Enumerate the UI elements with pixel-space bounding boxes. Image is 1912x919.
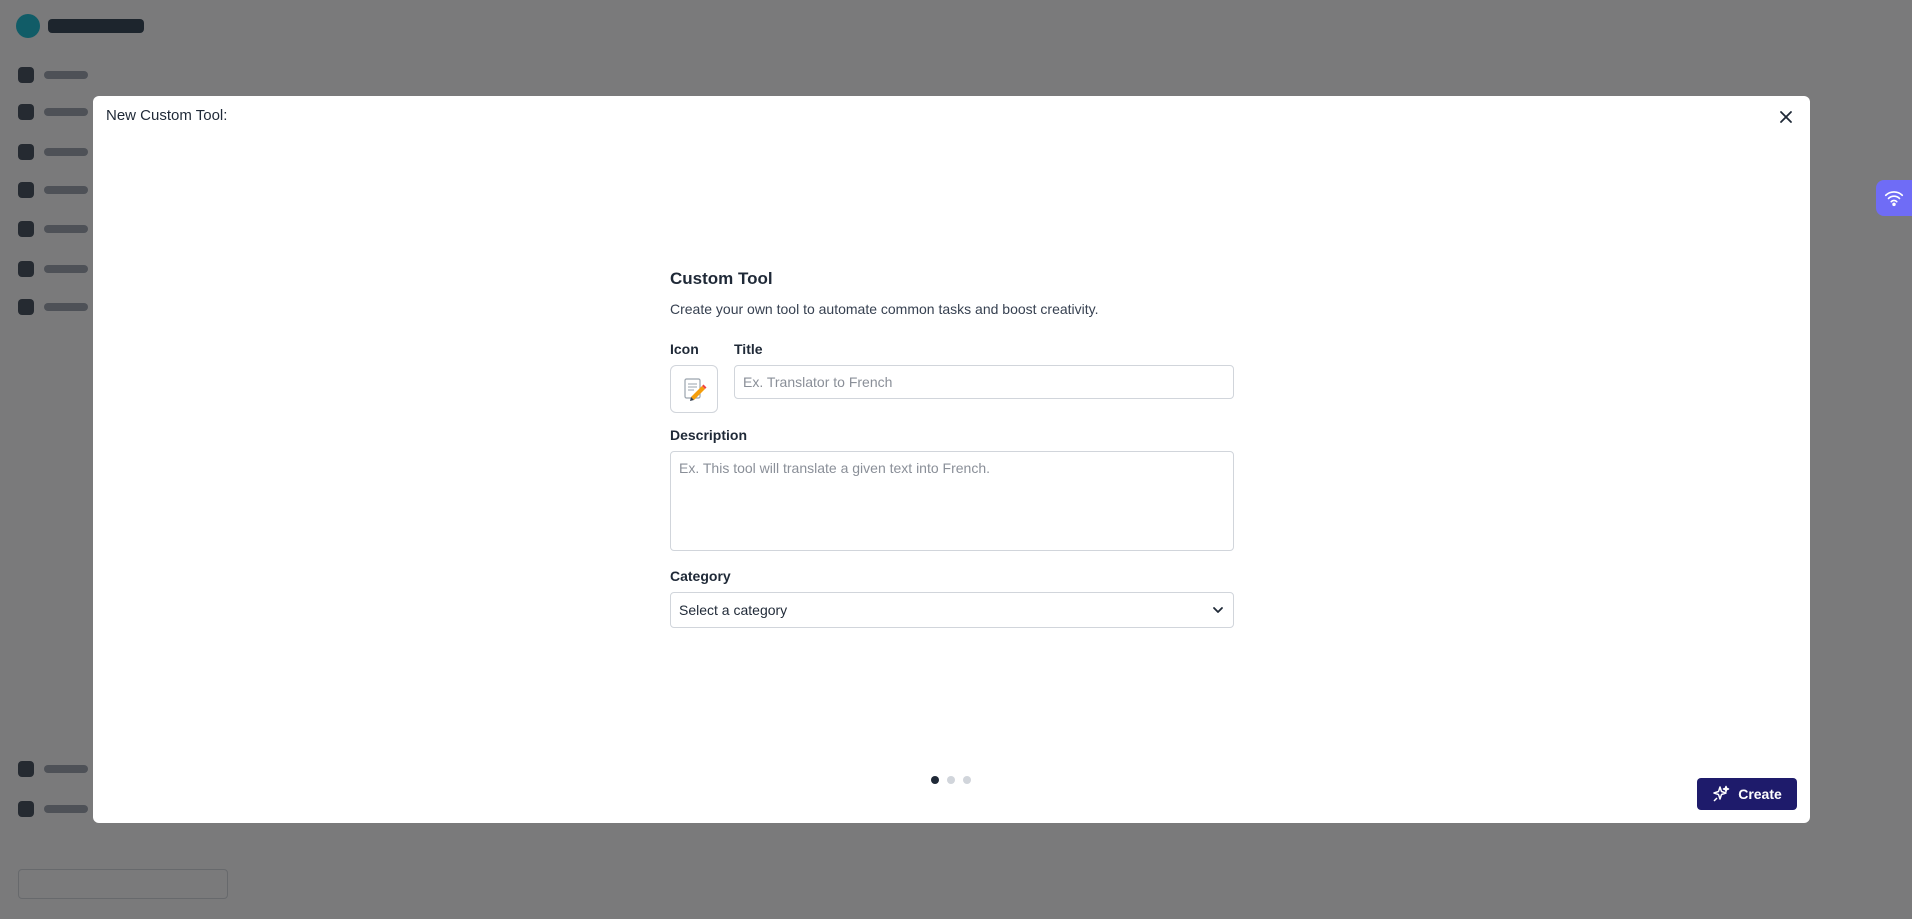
modal-title: New Custom Tool: — [106, 107, 228, 124]
form-subtitle: Create your own tool to automate common … — [670, 301, 1099, 317]
signal-icon — [1884, 191, 1904, 207]
step-dot-3[interactable] — [963, 776, 971, 784]
chevron-down-icon — [1213, 607, 1223, 613]
form-heading: Custom Tool — [670, 269, 773, 288]
icon-picker-button[interactable] — [670, 365, 718, 413]
custom-tool-form: Custom Tool Create your own tool to auto… — [670, 269, 1234, 628]
close-icon — [1780, 111, 1792, 123]
sparkle-icon — [1713, 785, 1730, 802]
memo-icon — [684, 378, 707, 401]
title-input[interactable] — [734, 365, 1234, 399]
category-label: Category — [670, 568, 731, 584]
description-field: Description — [670, 427, 1234, 556]
step-dot-1[interactable] — [931, 776, 939, 784]
icon-title-row: Icon Title — [670, 341, 1234, 413]
icon-field: Icon — [670, 341, 718, 413]
category-selected-value: Select a category — [679, 602, 788, 618]
new-custom-tool-modal: New Custom Tool: Custom Tool Create your… — [93, 96, 1810, 823]
category-select[interactable]: Select a category — [670, 592, 1234, 628]
title-field: Title — [734, 341, 1234, 413]
create-button-label: Create — [1738, 786, 1782, 802]
create-button[interactable]: Create — [1697, 778, 1797, 810]
description-label: Description — [670, 427, 748, 443]
category-field: Category Select a category — [670, 568, 1234, 628]
step-dot-2[interactable] — [947, 776, 955, 784]
description-textarea[interactable] — [670, 451, 1234, 551]
title-label: Title — [734, 341, 763, 357]
step-indicator — [931, 776, 971, 784]
icon-label: Icon — [670, 341, 699, 357]
close-button[interactable] — [1774, 105, 1798, 129]
assistant-widget-button[interactable] — [1876, 180, 1912, 216]
